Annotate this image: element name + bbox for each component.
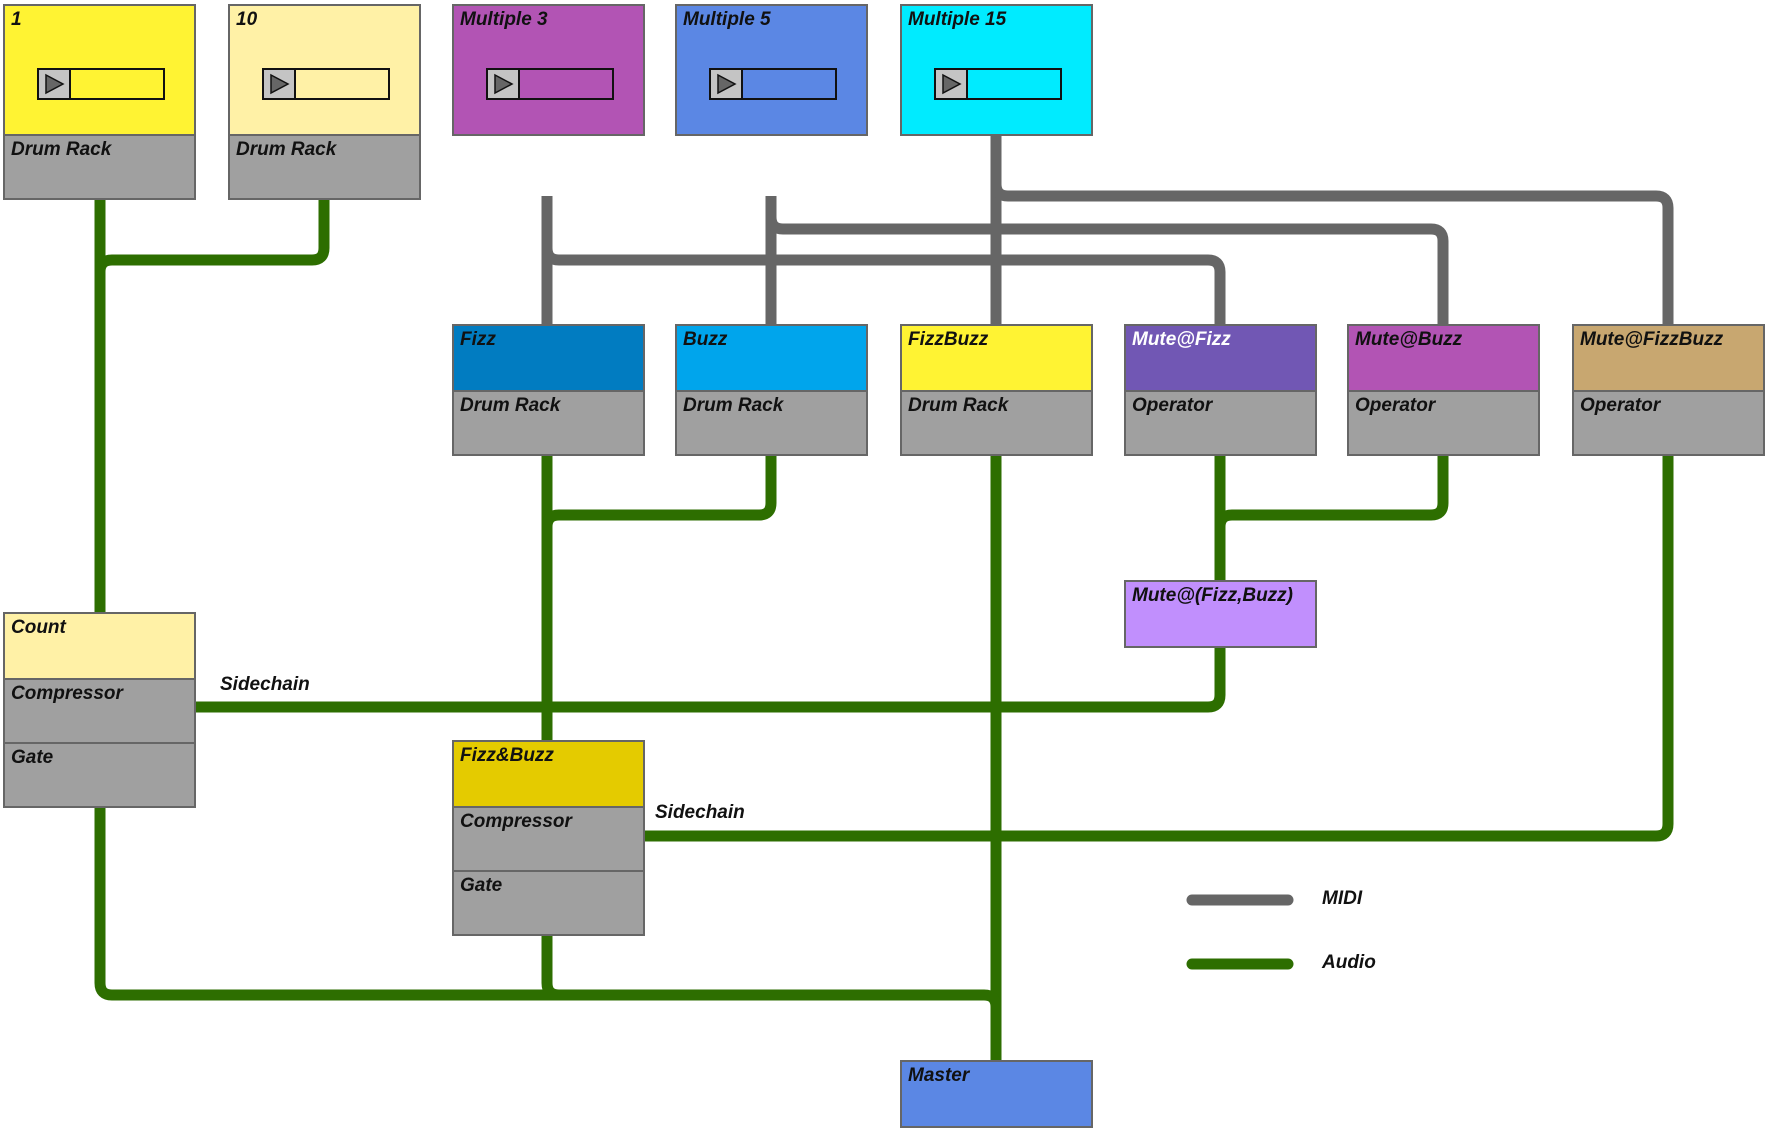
device-drum-rack[interactable]: Drum Rack — [5, 134, 194, 198]
device-gate[interactable]: Gate — [5, 742, 194, 806]
group-title: Count — [11, 617, 66, 638]
master-header: Master — [902, 1062, 1091, 1126]
track-header: Mute@Buzz — [1349, 326, 1538, 390]
track-header: Mute@FizzBuzz — [1574, 326, 1763, 390]
track-header: Buzz — [677, 326, 866, 390]
track-title: Multiple 15 — [908, 9, 1007, 30]
clip-slot[interactable] — [37, 68, 165, 100]
device-drum-rack[interactable]: Drum Rack — [677, 390, 866, 454]
group-title: Mute@(Fizz,Buzz) — [1132, 585, 1293, 606]
track-title: Mute@Fizz — [1132, 329, 1231, 350]
track-mute-fizzbuzz[interactable]: Mute@FizzBuzz Operator — [1572, 324, 1765, 456]
group-header: Mute@(Fizz,Buzz) — [1126, 582, 1315, 646]
clip-header: Multiple 15 — [902, 6, 1091, 134]
device-operator[interactable]: Operator — [1574, 390, 1763, 454]
device-drum-rack[interactable]: Drum Rack — [902, 390, 1091, 454]
clip-header: Multiple 3 — [454, 6, 643, 134]
track-title: Multiple 3 — [460, 9, 548, 30]
play-icon[interactable] — [711, 70, 743, 98]
clip-track-multiple-5[interactable]: Multiple 5 — [675, 4, 868, 136]
group-header: Fizz&Buzz — [454, 742, 643, 806]
clip-slot[interactable] — [486, 68, 614, 100]
clip-header: Multiple 5 — [677, 6, 866, 134]
clip-track-10[interactable]: 10 Drum Rack — [228, 4, 421, 200]
device-drum-rack[interactable]: Drum Rack — [454, 390, 643, 454]
audio-wire-sidechain-to-count — [196, 644, 1226, 713]
clip-slot[interactable] — [709, 68, 837, 100]
group-fizz-and-buzz[interactable]: Fizz&Buzz Compressor Gate — [452, 740, 645, 936]
track-title: 10 — [236, 9, 258, 30]
audio-wire-buzz-to-fizz-and-buzz — [541, 452, 777, 528]
play-icon[interactable] — [488, 70, 520, 98]
track-title: Fizz — [460, 329, 496, 350]
track-header: Fizz — [454, 326, 643, 390]
track-header: FizzBuzz — [902, 326, 1091, 390]
group-title: Fizz&Buzz — [460, 745, 554, 766]
audio-wire-fizz-and-buzz-to-bus — [541, 932, 560, 1001]
play-icon[interactable] — [936, 70, 968, 98]
device-gate[interactable]: Gate — [454, 870, 643, 934]
audio-wire-mute-buzz-to-group — [1214, 452, 1449, 528]
track-buzz[interactable]: Buzz Drum Rack — [675, 324, 868, 456]
track-fizzbuzz[interactable]: FizzBuzz Drum Rack — [900, 324, 1093, 456]
track-header: Mute@Fizz — [1126, 326, 1315, 390]
device-drum-rack[interactable]: Drum Rack — [230, 134, 419, 198]
clip-slot[interactable] — [262, 68, 390, 100]
group-count[interactable]: Count Compressor Gate — [3, 612, 196, 808]
track-title: Multiple 5 — [683, 9, 771, 30]
device-compressor[interactable]: Compressor — [454, 806, 643, 870]
master-track[interactable]: Master — [900, 1060, 1093, 1128]
sidechain-label-count: Sidechain — [220, 674, 310, 695]
clip-track-1[interactable]: 1 Drum Rack — [3, 4, 196, 200]
clip-track-multiple-15[interactable]: Multiple 15 — [900, 4, 1093, 136]
clip-track-multiple-3[interactable]: Multiple 3 — [452, 4, 645, 136]
device-operator[interactable]: Operator — [1349, 390, 1538, 454]
track-fizz[interactable]: Fizz Drum Rack — [452, 324, 645, 456]
group-mute-fizz-buzz[interactable]: Mute@(Fizz,Buzz) — [1124, 580, 1317, 648]
device-operator[interactable]: Operator — [1126, 390, 1315, 454]
legend-midi-label: MIDI — [1322, 888, 1363, 909]
track-mute-buzz[interactable]: Mute@Buzz Operator — [1347, 324, 1540, 456]
clip-header: 10 — [230, 6, 419, 134]
track-title: Buzz — [683, 329, 728, 350]
sidechain-label-fizz-and-buzz: Sidechain — [655, 802, 745, 823]
track-title: 1 — [11, 9, 22, 30]
track-title: Mute@FizzBuzz — [1580, 329, 1724, 350]
device-compressor[interactable]: Compressor — [5, 678, 194, 742]
track-title: Mute@Buzz — [1355, 329, 1463, 350]
master-title: Master — [908, 1065, 970, 1086]
midi-wire-multiple3-to-mute-fizz — [541, 196, 1226, 324]
group-header: Count — [5, 614, 194, 678]
clip-header: 1 — [5, 6, 194, 134]
clip-slot[interactable] — [934, 68, 1062, 100]
legend-audio-label: Audio — [1322, 952, 1376, 973]
track-mute-fizz[interactable]: Mute@Fizz Operator — [1124, 324, 1317, 456]
play-icon[interactable] — [264, 70, 296, 98]
play-icon[interactable] — [39, 70, 71, 98]
audio-wire-clip10-to-count — [94, 196, 330, 273]
track-title: FizzBuzz — [908, 329, 989, 350]
